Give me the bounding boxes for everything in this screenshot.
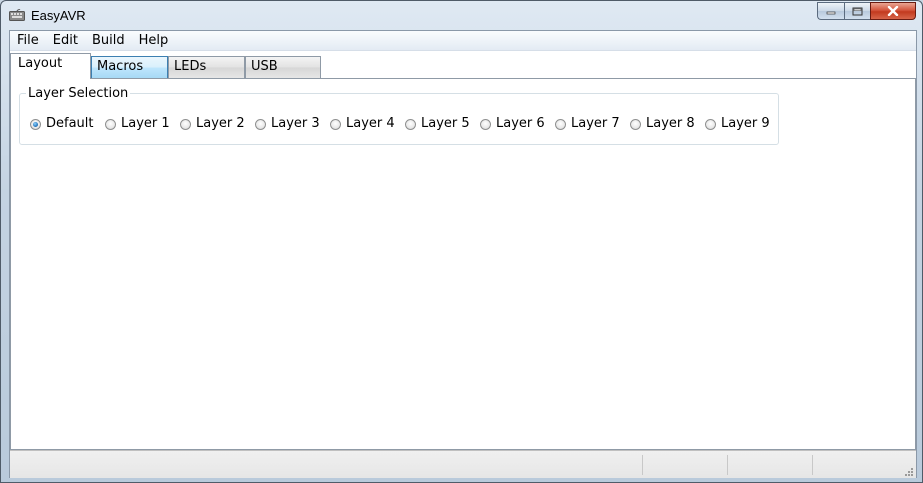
radio-layer-3[interactable]: Layer 3 bbox=[255, 116, 320, 132]
close-icon bbox=[887, 6, 899, 16]
layer-selection-legend: Layer Selection bbox=[26, 86, 131, 101]
radio-label: Layer 6 bbox=[496, 116, 545, 131]
radio-label: Layer 9 bbox=[721, 116, 770, 131]
layer-selection-group: Layer Selection Default Layer 1 Layer 2 bbox=[19, 86, 779, 145]
radio-default[interactable]: Default bbox=[30, 116, 94, 132]
radio-layer-1[interactable]: Layer 1 bbox=[105, 116, 170, 132]
radio-indicator bbox=[405, 118, 416, 130]
radio-label: Layer 5 bbox=[421, 116, 470, 131]
menu-build[interactable]: Build bbox=[85, 31, 132, 50]
menu-file[interactable]: File bbox=[10, 31, 46, 50]
radio-layer-8[interactable]: Layer 8 bbox=[630, 116, 695, 132]
radio-indicator bbox=[555, 118, 566, 130]
status-pane-3 bbox=[812, 455, 903, 475]
minimize-icon bbox=[826, 11, 836, 15]
radio-selected-indicator bbox=[30, 118, 41, 130]
maximize-icon bbox=[852, 7, 863, 15]
app-window: EasyAVR File Edit Build Help Layout Macr… bbox=[0, 0, 923, 483]
tab-strip: Layout Macros LEDs USB bbox=[10, 53, 916, 79]
radio-layer-9[interactable]: Layer 9 bbox=[705, 116, 770, 132]
radio-layer-7[interactable]: Layer 7 bbox=[555, 116, 620, 132]
radio-indicator bbox=[105, 118, 116, 130]
maximize-button[interactable] bbox=[844, 2, 870, 20]
radio-label: Layer 3 bbox=[271, 116, 320, 131]
tab-layout[interactable]: Layout bbox=[10, 53, 91, 79]
tab-usb[interactable]: USB bbox=[245, 56, 321, 78]
status-pane-1 bbox=[642, 455, 727, 475]
radio-layer-2[interactable]: Layer 2 bbox=[180, 116, 245, 132]
radio-label: Layer 4 bbox=[346, 116, 395, 131]
menu-edit[interactable]: Edit bbox=[46, 31, 85, 50]
caption-buttons bbox=[817, 2, 916, 21]
menu-help[interactable]: Help bbox=[132, 31, 176, 50]
layout-tab-panel: Layer Selection Default Layer 1 Layer 2 bbox=[10, 78, 916, 450]
radio-label: Layer 7 bbox=[571, 116, 620, 131]
radio-indicator bbox=[480, 118, 491, 130]
radio-indicator bbox=[330, 118, 341, 130]
tab-macros[interactable]: Macros bbox=[91, 56, 168, 78]
radio-layer-5[interactable]: Layer 5 bbox=[405, 116, 470, 132]
tab-leds[interactable]: LEDs bbox=[168, 56, 245, 78]
resize-grip-icon[interactable] bbox=[904, 466, 914, 476]
minimize-button[interactable] bbox=[817, 2, 844, 20]
radio-indicator bbox=[705, 118, 716, 130]
menu-bar: File Edit Build Help bbox=[10, 31, 916, 51]
close-button[interactable] bbox=[870, 2, 916, 20]
radio-label: Layer 1 bbox=[121, 116, 170, 131]
radio-indicator bbox=[630, 118, 641, 130]
radio-indicator bbox=[180, 118, 191, 130]
radio-layer-6[interactable]: Layer 6 bbox=[480, 116, 545, 132]
radio-label: Layer 2 bbox=[196, 116, 245, 131]
window-title: EasyAVR bbox=[31, 8, 86, 23]
status-bar bbox=[10, 450, 916, 478]
radio-label: Default bbox=[46, 116, 94, 131]
client-area: File Edit Build Help Layout Macros LEDs … bbox=[9, 30, 917, 478]
radio-label: Layer 8 bbox=[646, 116, 695, 131]
title-bar[interactable]: EasyAVR bbox=[1, 1, 922, 29]
radio-layer-4[interactable]: Layer 4 bbox=[330, 116, 395, 132]
radio-indicator bbox=[255, 118, 266, 130]
keyboard-icon bbox=[9, 8, 25, 21]
status-pane-2 bbox=[727, 455, 812, 475]
